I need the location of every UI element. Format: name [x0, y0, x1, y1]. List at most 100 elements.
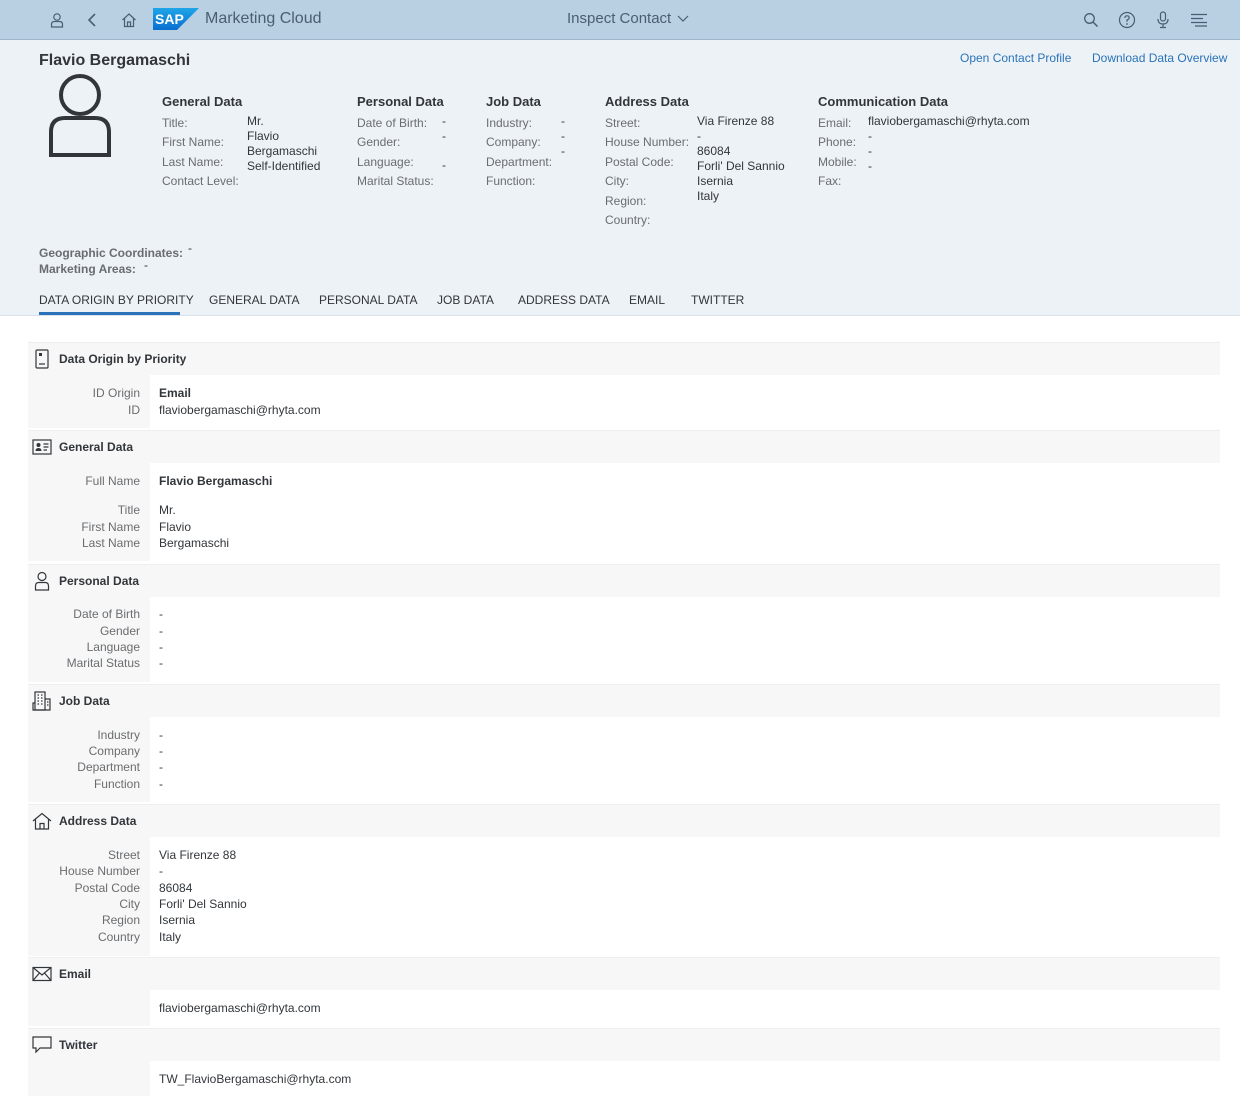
- house-number-label: House Number: [59, 864, 140, 878]
- header-communication-title: Communication Data: [818, 94, 949, 109]
- home-icon: [32, 811, 52, 831]
- header-gender-value: -: [442, 129, 446, 143]
- header-address-title: Address Data: [605, 94, 689, 109]
- sap-logo[interactable]: SAP: [153, 8, 199, 30]
- shell-bar: SAP Marketing Cloud Inspect Contact: [0, 0, 1240, 40]
- language-label: Language: [86, 640, 140, 654]
- svg-text:SAP: SAP: [155, 11, 184, 27]
- street-value: Via Firenze 88: [159, 848, 237, 862]
- tab-twitter[interactable]: TWITTER: [691, 293, 744, 307]
- country-label: Country: [97, 930, 140, 944]
- section-body-data-origin: [150, 375, 1220, 428]
- header-dob-value: -: [442, 114, 446, 128]
- company-value: -: [159, 744, 163, 758]
- notifications-icon[interactable]: [1189, 10, 1209, 30]
- geo-coordinates-label: Geographic Coordinates:: [39, 246, 184, 260]
- user-icon[interactable]: [47, 10, 67, 30]
- section-title-personal-data: Personal Data: [59, 574, 140, 588]
- twitter-value: TW_FlavioBergamaschi@rhyta.com: [159, 1072, 352, 1086]
- section-header-address-data: Address Data: [28, 804, 1220, 838]
- header-company-value: -: [561, 129, 565, 143]
- region-label: Region: [101, 913, 140, 927]
- city-value: Forli' Del Sannio: [159, 897, 247, 911]
- header-phone-value: -: [868, 129, 872, 143]
- header-phone-label: Phone:: [818, 135, 857, 149]
- header-mobile-value: -: [868, 144, 872, 158]
- language-value: -: [159, 640, 163, 654]
- page-title: Inspect Contact: [567, 10, 672, 27]
- last-name-label: Last Name: [81, 536, 140, 550]
- house-number-value: -: [159, 864, 163, 878]
- home-icon[interactable]: [119, 10, 139, 30]
- inspect-contact-menu[interactable]: Inspect Contact: [567, 10, 689, 27]
- header-personal-title: Personal Data: [357, 94, 444, 109]
- header-region-value: Isernia: [697, 174, 734, 188]
- section-title-job-data: Job Data: [59, 694, 110, 708]
- header-first-name-label: First Name:: [162, 135, 225, 149]
- microphone-icon[interactable]: [1153, 10, 1173, 30]
- title-value: Mr.: [159, 503, 176, 517]
- header-street-value: Via Firenze 88: [697, 114, 775, 128]
- active-tab-indicator: [39, 312, 180, 315]
- header-job-title: Job Data: [486, 94, 541, 109]
- header-street-label: Street:: [605, 116, 641, 130]
- first-name-value: Flavio: [159, 520, 192, 534]
- header-general-title: General Data: [162, 94, 243, 109]
- marketing-areas-value: -: [144, 258, 148, 272]
- open-contact-profile-link[interactable]: Open Contact Profile: [960, 51, 1071, 65]
- header-language-label: Language:: [357, 155, 414, 169]
- id-value: flaviobergamaschi@rhyta.com: [159, 403, 321, 417]
- section-body-personal-data: [150, 597, 1220, 682]
- header-fax-label: Fax:: [818, 174, 842, 188]
- marital-status-label: Marital Status: [66, 656, 140, 670]
- header-region-label: Region:: [605, 194, 647, 208]
- tab-address-data[interactable]: ADDRESS DATA: [518, 293, 610, 307]
- header-industry-value: -: [561, 114, 565, 128]
- header-postal-code-value: 86084: [697, 144, 731, 158]
- email-icon: [32, 964, 52, 984]
- geo-coordinates-value: -: [188, 241, 192, 255]
- tab-job-data[interactable]: JOB DATA: [437, 293, 494, 307]
- department-value: -: [159, 760, 163, 774]
- header-industry-label: Industry:: [486, 116, 533, 130]
- header-house-number-label: House Number:: [605, 135, 690, 149]
- header-first-name-value: Flavio: [247, 129, 280, 143]
- industry-value: -: [159, 728, 163, 742]
- header-city-value: Forli' Del Sannio: [697, 159, 785, 173]
- header-department-label: Department:: [486, 155, 553, 169]
- street-label: Street: [107, 848, 140, 862]
- header-country-value: Italy: [697, 189, 720, 203]
- id-origin-label: ID Origin: [92, 386, 140, 400]
- gender-value: -: [159, 624, 163, 638]
- header-last-name-value: Bergamaschi: [247, 144, 318, 158]
- header-email-label: Email:: [818, 116, 852, 130]
- section-header-personal-data: Personal Data: [28, 564, 1220, 598]
- search-icon[interactable]: [1081, 10, 1101, 30]
- header-department-value: -: [561, 144, 565, 158]
- header-country-label: Country:: [605, 213, 651, 227]
- tab-personal-data[interactable]: PERSONAL DATA: [319, 293, 417, 307]
- mobile-device-icon: [32, 349, 52, 369]
- header-gender-label: Gender:: [357, 135, 401, 149]
- header-house-number-value: -: [697, 129, 701, 143]
- comment-icon: [32, 1035, 52, 1055]
- tab-data-origin-by-priority[interactable]: DATA ORIGIN BY PRIORITY: [39, 293, 194, 307]
- postal-code-value: 86084: [159, 881, 193, 895]
- section-title-data-origin: Data Origin by Priority: [59, 352, 187, 366]
- download-data-overview-link[interactable]: Download Data Overview: [1092, 51, 1227, 65]
- function-label: Function: [93, 777, 140, 791]
- tab-email[interactable]: EMAIL: [629, 293, 665, 307]
- header-contact-level-label: Contact Level:: [162, 174, 239, 188]
- id-label: ID: [128, 403, 140, 417]
- help-icon[interactable]: [1117, 10, 1137, 30]
- back-icon[interactable]: [83, 10, 103, 30]
- header-dob-label: Date of Birth:: [357, 116, 428, 130]
- section-header-data-origin: Data Origin by Priority: [28, 342, 1220, 376]
- section-header-job-data: Job Data: [28, 684, 1220, 718]
- tab-general-data[interactable]: GENERAL DATA: [209, 293, 299, 307]
- id-card-icon: [32, 437, 52, 457]
- postal-code-label: Postal Code: [74, 881, 140, 895]
- date-of-birth-value: -: [159, 607, 163, 621]
- function-value: -: [159, 777, 163, 791]
- marketing-areas-label: Marketing Areas:: [39, 262, 136, 276]
